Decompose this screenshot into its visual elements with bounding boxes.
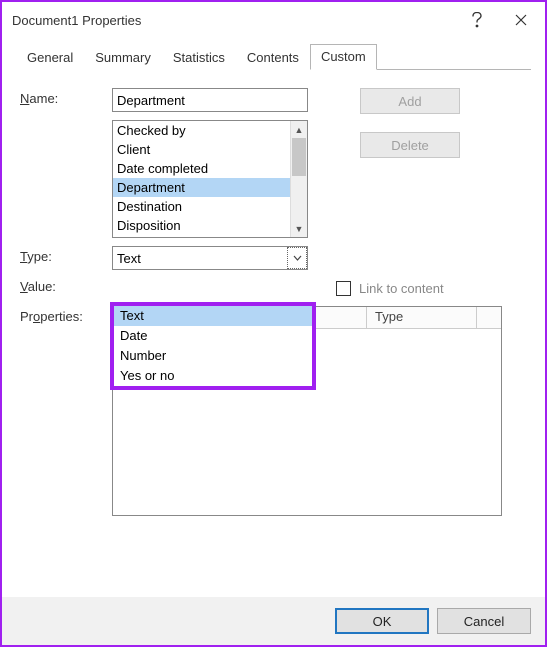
dropdown-option[interactable]: Date [114, 326, 312, 346]
dropdown-option[interactable]: Number [114, 346, 312, 366]
delete-button[interactable]: Delete [360, 132, 460, 158]
chevron-down-icon[interactable] [287, 247, 307, 269]
cancel-button[interactable]: Cancel [437, 608, 531, 634]
ok-button[interactable]: OK [335, 608, 429, 634]
list-item[interactable]: Date completed [113, 159, 290, 178]
dialog-window: Document1 Properties General Summary Sta… [0, 0, 547, 647]
close-button[interactable] [499, 5, 543, 35]
list-item[interactable]: Disposition [113, 216, 290, 235]
value-label: Value: [20, 276, 112, 294]
type-dropdown-popup[interactable]: Text Date Number Yes or no [110, 302, 316, 390]
list-item[interactable]: Checked by [113, 121, 290, 140]
link-to-content-label: Link to content [359, 281, 444, 296]
add-button[interactable]: Add [360, 88, 460, 114]
dropdown-option[interactable]: Text [114, 306, 312, 326]
scrollbar[interactable]: ▲ ▼ [290, 121, 307, 237]
tab-custom[interactable]: Custom [310, 44, 377, 70]
tab-summary[interactable]: Summary [84, 45, 162, 70]
dropdown-option[interactable]: Yes or no [114, 366, 312, 386]
scroll-down-icon[interactable]: ▼ [291, 220, 307, 237]
list-item[interactable]: Destination [113, 197, 290, 216]
type-label: Type: [20, 246, 112, 264]
name-label: Name: [20, 88, 112, 106]
tab-contents[interactable]: Contents [236, 45, 310, 70]
tab-statistics[interactable]: Statistics [162, 45, 236, 70]
column-type[interactable]: Type [367, 307, 477, 328]
help-button[interactable] [455, 5, 499, 35]
properties-label: Properties: [20, 306, 112, 324]
scroll-up-icon[interactable]: ▲ [291, 121, 307, 138]
scroll-thumb[interactable] [292, 138, 306, 176]
dialog-footer: OK Cancel [2, 597, 545, 645]
type-combo[interactable]: Text [112, 246, 308, 270]
tab-strip: General Summary Statistics Contents Cust… [16, 44, 531, 70]
list-item[interactable]: Client [113, 140, 290, 159]
custom-tab-panel: Name: Add Checked by Client Date complet… [16, 70, 531, 516]
title-bar: Document1 Properties [2, 2, 545, 38]
name-suggestions-list[interactable]: Checked by Client Date completed Departm… [112, 120, 308, 238]
link-to-content-checkbox[interactable]: Link to content [336, 276, 444, 300]
tab-general[interactable]: General [16, 45, 84, 70]
window-title: Document1 Properties [12, 13, 455, 28]
name-input[interactable] [112, 88, 308, 112]
list-item[interactable]: Department [113, 178, 290, 197]
dialog-content: General Summary Statistics Contents Cust… [2, 38, 545, 597]
checkbox-icon[interactable] [336, 281, 351, 296]
type-combo-value: Text [113, 251, 287, 266]
